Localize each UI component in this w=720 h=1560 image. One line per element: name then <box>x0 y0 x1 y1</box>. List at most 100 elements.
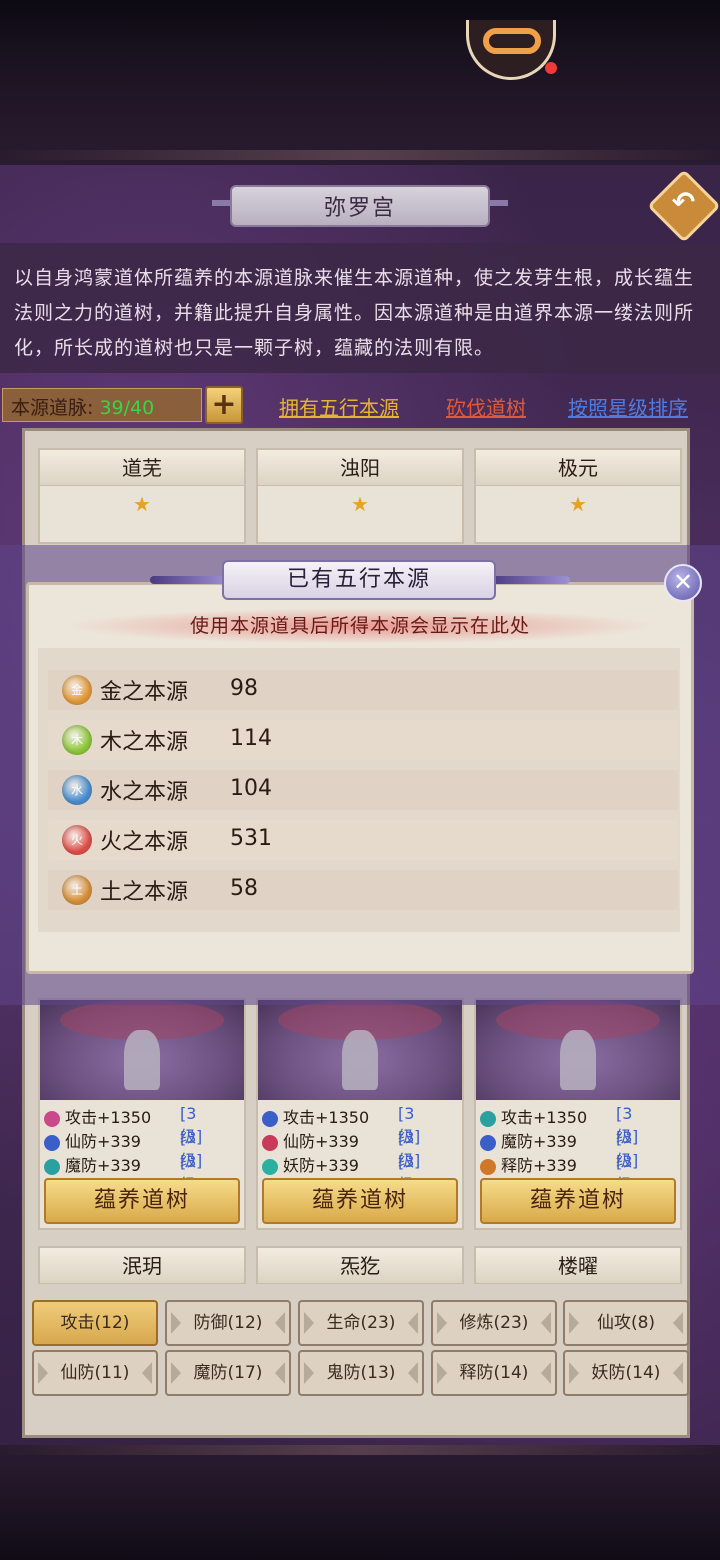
tree-card[interactable]: 楼曜 <box>474 1246 682 1284</box>
tab-label: 妖防(14) <box>591 1363 661 1383</box>
vein-label: 本源道脉: <box>11 397 94 419</box>
defense-icon <box>44 1134 60 1151</box>
tab-label: 仙攻(8) <box>596 1313 656 1333</box>
tree-trunk <box>560 1030 596 1090</box>
resource-list: 金 金之本源 98 木 木之本源 114 水 水之本源 104 火 火之本源 5… <box>38 648 680 932</box>
tree-image <box>40 1000 244 1100</box>
nurture-tree-button[interactable]: 蕴养道树 <box>44 1178 240 1224</box>
defense-icon <box>262 1134 278 1151</box>
resource-name: 火之本源 <box>100 830 189 855</box>
gold-element-icon: 金 <box>62 675 92 705</box>
resource-name: 土之本源 <box>100 880 189 905</box>
resource-row-fire: 火 火之本源 531 <box>48 820 678 860</box>
arrow-left-icon <box>171 1362 181 1384</box>
resource-value: 98 <box>230 676 258 701</box>
tree-card-name: 炁犵 <box>258 1248 462 1284</box>
defense-icon <box>480 1134 496 1151</box>
tab-life[interactable]: 生命(23) <box>298 1300 424 1346</box>
arrow-right-icon <box>673 1362 683 1384</box>
defense-icon <box>480 1158 496 1175</box>
bottom-divider <box>0 1445 720 1455</box>
resource-row-water: 水 水之本源 104 <box>48 770 678 810</box>
tree-card-name: 浊阳 <box>258 450 462 486</box>
own-elements-link[interactable]: 拥有五行本源 <box>279 392 399 421</box>
bottom-band <box>0 1445 720 1560</box>
tab-label: 仙防(11) <box>60 1363 130 1383</box>
tab-immortal-attack[interactable]: 仙攻(8) <box>563 1300 689 1346</box>
tree-card[interactable]: 道芜 ★ <box>38 448 246 544</box>
resource-name: 木之本源 <box>100 730 189 755</box>
back-arrow-icon: ↶ <box>671 185 696 219</box>
arrow-right-icon <box>541 1362 551 1384</box>
attack-icon <box>262 1110 278 1127</box>
arrow-left-icon <box>437 1312 447 1334</box>
tab-ghost-defense[interactable]: 鬼防(13) <box>298 1350 424 1396</box>
resource-row-earth: 土 土之本源 58 <box>48 870 678 910</box>
vein-counter: 本源道脉: 39/40 <box>2 388 202 422</box>
earth-element-icon: 土 <box>62 875 92 905</box>
tree-card[interactable]: 极元 ★ <box>474 448 682 544</box>
resource-row-gold: 金 金之本源 98 <box>48 670 678 710</box>
tree-card[interactable]: 浊阳 ★ <box>256 448 464 544</box>
tab-immortal-defense[interactable]: 仙防(11) <box>32 1350 158 1396</box>
tab-defense[interactable]: 防御(12) <box>165 1300 291 1346</box>
tree-card[interactable]: 泯玥 <box>38 1246 246 1284</box>
stat-text: 攻击+1350 <box>65 1108 152 1127</box>
tree-image <box>476 1000 680 1100</box>
page-title: 弥罗宫 <box>230 185 490 227</box>
vein-bar: 本源道脉: 39/40 + 拥有五行本源 砍伐道树 按照星级排序 <box>0 386 720 426</box>
tab-demon-defense[interactable]: 魔防(17) <box>165 1350 291 1396</box>
resource-row-wood: 木 木之本源 114 <box>48 720 678 760</box>
resource-value: 58 <box>230 876 258 901</box>
stat-text: 攻击+1350 <box>501 1108 588 1127</box>
star-icon: ★ <box>569 492 587 516</box>
tab-attack[interactable]: 攻击(12) <box>32 1300 158 1346</box>
add-vein-button[interactable]: + <box>205 386 243 424</box>
resource-value: 104 <box>230 776 272 801</box>
arrow-left-icon <box>569 1312 579 1334</box>
sort-by-star-link[interactable]: 按照星级排序 <box>568 392 688 421</box>
stat-row: 仙防+339 [3级] <box>44 1128 202 1170</box>
stat-text: 妖防+339 <box>283 1156 359 1175</box>
tab-label: 生命(23) <box>326 1313 396 1333</box>
arrow-left-icon <box>437 1362 447 1384</box>
tab-label: 修炼(23) <box>459 1313 529 1333</box>
stat-row: 释防+339 [3级] <box>480 1152 638 1194</box>
stat-text: 魔防+339 <box>65 1156 141 1175</box>
stat-text: 仙防+339 <box>65 1132 141 1151</box>
stat-row: 魔防+339 [3级] <box>480 1128 638 1170</box>
tab-buddha-defense[interactable]: 释防(14) <box>431 1350 557 1396</box>
tab-label: 鬼防(13) <box>326 1363 396 1383</box>
modal-title: 已有五行本源 <box>222 560 496 600</box>
stat-text: 攻击+1350 <box>283 1108 370 1127</box>
stat-row: 攻击+1350 [3级] <box>480 1104 638 1146</box>
arrow-right-icon <box>142 1362 152 1384</box>
tree-trunk <box>124 1030 160 1090</box>
nurture-tree-button[interactable]: 蕴养道树 <box>480 1178 676 1224</box>
stat-text: 仙防+339 <box>283 1132 359 1151</box>
stat-row: 攻击+1350 [3级] <box>44 1104 202 1146</box>
cut-tree-link[interactable]: 砍伐道树 <box>446 392 526 421</box>
avatar-ring <box>483 28 541 54</box>
arrow-left-icon <box>38 1362 48 1384</box>
tree-card-name: 道芜 <box>40 450 244 486</box>
close-button[interactable]: ✕ <box>664 564 702 602</box>
arrow-right-icon <box>408 1312 418 1334</box>
arrow-left-icon <box>171 1312 181 1334</box>
tab-yao-defense[interactable]: 妖防(14) <box>563 1350 689 1396</box>
stat-text: 释防+339 <box>501 1156 577 1175</box>
notification-dot <box>545 62 557 74</box>
water-element-icon: 水 <box>62 775 92 805</box>
description-text: 以自身鸿蒙道体所蕴养的本源道脉来催生本源道种，使之发芽生根，成长蕴生法则之力的道… <box>0 243 720 373</box>
modal-subtitle: 使用本源道具后所得本源会显示在此处 <box>60 608 660 644</box>
nurture-tree-button[interactable]: 蕴养道树 <box>262 1178 458 1224</box>
tab-label: 释防(14) <box>459 1363 529 1383</box>
wood-element-icon: 木 <box>62 725 92 755</box>
tree-image <box>258 1000 462 1100</box>
star-icon: ★ <box>351 492 369 516</box>
tree-card[interactable]: 炁犵 <box>256 1246 464 1284</box>
star-icon: ★ <box>133 492 151 516</box>
attack-icon <box>480 1110 496 1127</box>
tab-cultivation[interactable]: 修炼(23) <box>431 1300 557 1346</box>
resource-value: 531 <box>230 826 272 851</box>
